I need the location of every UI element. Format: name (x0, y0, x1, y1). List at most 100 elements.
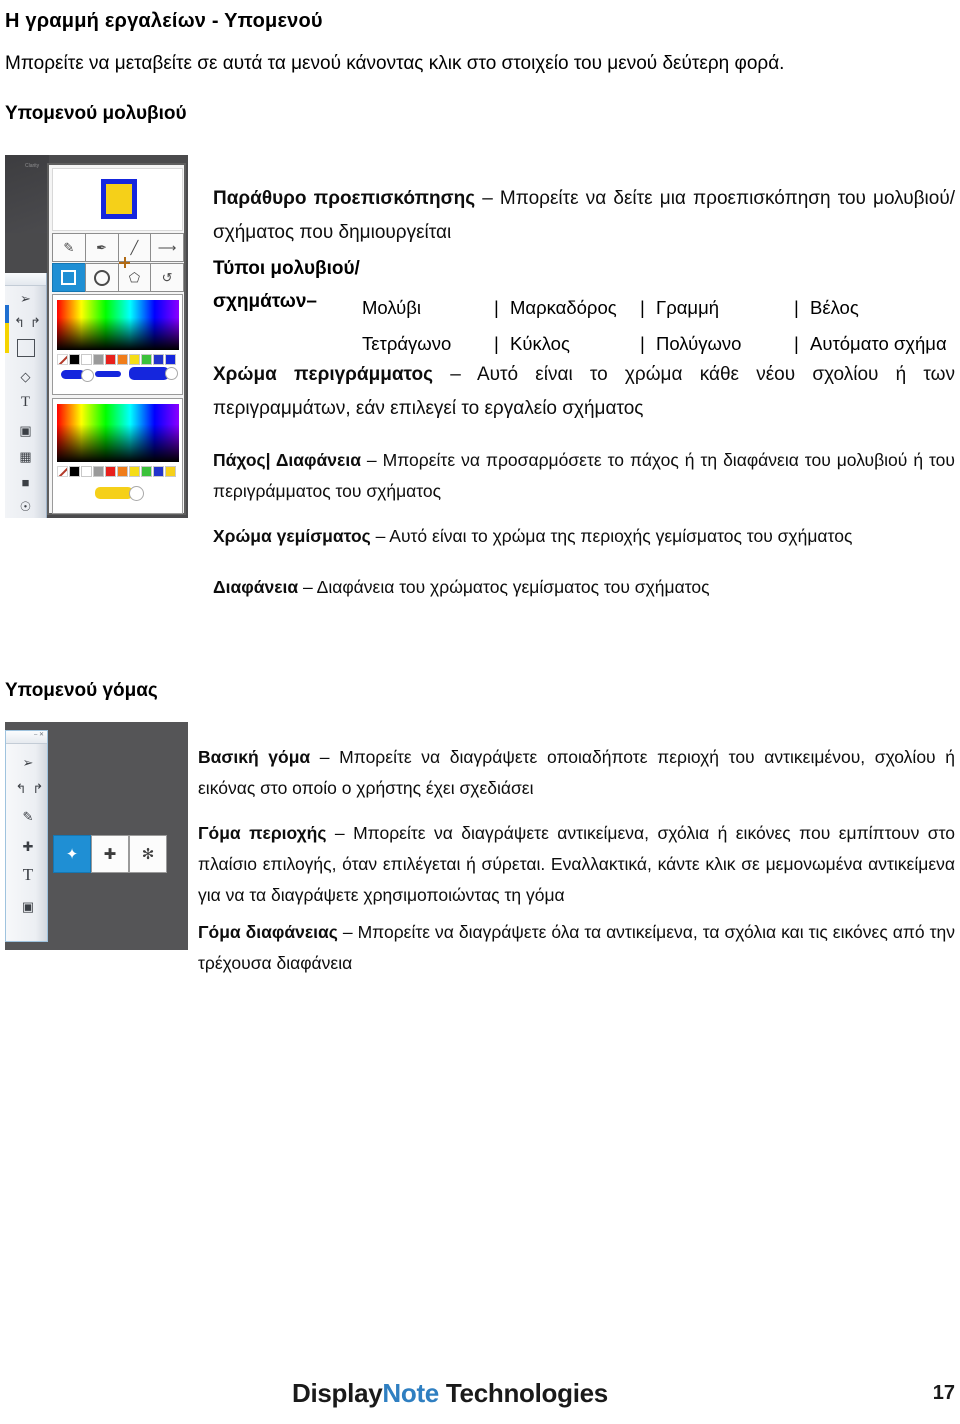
logo-display: Display (292, 1378, 383, 1408)
separator: | (494, 333, 499, 354)
entry-outline-color: Χρώμα περιγράμματος – Αυτό είναι το χρώμ… (213, 358, 955, 426)
entry-dash: – (432, 364, 477, 385)
color-gradient[interactable] (57, 300, 179, 350)
color-gradient[interactable] (57, 404, 179, 462)
fill-opacity-slider-knob[interactable] (129, 486, 144, 501)
stamp-icon[interactable]: ▣ (16, 421, 35, 440)
entry-preview-window: Παράθυρο προεπισκόπησης – Μπορείτε να δε… (213, 182, 955, 250)
entry-term: Γόμα περιοχής (198, 823, 327, 843)
redo-icon[interactable]: ↱ (28, 779, 48, 799)
circle-icon[interactable] (84, 263, 119, 292)
table-row: Μολύβι | Μαρκαδόρος | Γραμμή | Βέλος (362, 291, 947, 325)
swatch-none[interactable] (57, 354, 68, 365)
types-label-line2: σχημάτων– (213, 291, 317, 312)
intro-paragraph: Μπορείτε να μεταβείτε σε αυτά τα μενού κ… (5, 53, 785, 74)
stamp-icon[interactable]: ▣ (18, 897, 38, 917)
swatch-orange[interactable] (117, 354, 128, 365)
auto-shape-icon[interactable]: ↺ (150, 263, 184, 292)
pencil-types-table: Μολύβι | Μαρκαδόρος | Γραμμή | Βέλος Τετ… (360, 289, 949, 363)
entry-term: Χρώμα περιγράμματος (213, 364, 433, 385)
fill-color-picker[interactable] (52, 398, 183, 514)
swatch-black[interactable] (69, 354, 80, 365)
square-icon[interactable] (17, 339, 35, 357)
eraser-icon[interactable]: ✚ (18, 837, 38, 857)
grid-icon[interactable]: ▦ (16, 447, 35, 466)
swatch-blue[interactable] (153, 466, 164, 477)
swatch-blue[interactable] (153, 354, 164, 365)
settings-icon[interactable]: ☉ (16, 497, 35, 516)
pencil-popup-panel: ✎ ✒ ╱ ⟶ ⬠ ↺ (47, 163, 186, 515)
separator: | (640, 333, 645, 354)
entry-term: Γόμα διαφάνειας (198, 922, 338, 942)
app-vertical-toolbar: ➢ ↰ ↱ ◇ T ▣ ▦ ■ ☉ (5, 273, 47, 518)
entry-term: Πάχος| Διαφάνεια (213, 450, 361, 470)
entry-slide-eraser: Γόμα διαφάνειας – Μπορείτε να διαγράψετε… (198, 917, 955, 979)
preview-window (52, 168, 183, 231)
shape-type-row: ⬠ ↺ (52, 263, 184, 292)
slide-eraser-icon[interactable]: ✻ (129, 835, 167, 873)
swatch-white[interactable] (81, 354, 92, 365)
entry-area-eraser: Γόμα περιοχής – Μπορείτε να διαγράψετε α… (198, 818, 955, 911)
opacity-slider-knob[interactable] (165, 367, 178, 380)
cell-arrow: Βέλος (810, 297, 859, 318)
swatch-red[interactable] (105, 466, 116, 477)
cell-circle: Κύκλος (510, 333, 570, 354)
separator: | (494, 297, 499, 318)
cursor-icon[interactable]: ➢ (18, 753, 38, 773)
crosshair-marker (119, 257, 130, 268)
swatch-gold[interactable] (165, 466, 176, 477)
basic-eraser-icon[interactable]: ✦ (53, 835, 91, 873)
swatch-green[interactable] (141, 466, 152, 477)
table-row: Τετράγωνο | Κύκλος | Πολύγωνο | Αυτόματο… (362, 327, 947, 361)
types-label-line1: Τύποι μολυβιού/ (213, 258, 360, 279)
arrow-icon[interactable]: ⟶ (150, 233, 184, 262)
document-page: Η γραμμή εργαλείων - Υπομενού Μπορείτε ν… (0, 0, 960, 1424)
note-icon[interactable]: ■ (16, 473, 35, 492)
swatch-indigo[interactable] (165, 354, 176, 365)
area-eraser-icon[interactable]: ✚ (91, 835, 129, 873)
fill-swatch-row (57, 466, 176, 477)
swatch-orange[interactable] (117, 466, 128, 477)
marker-icon[interactable]: ✒ (84, 233, 119, 262)
cursor-icon[interactable]: ➢ (16, 289, 35, 308)
swatch-grey[interactable] (93, 354, 104, 365)
color-tab-blue (5, 305, 9, 323)
separator: | (640, 297, 645, 318)
cell-pencil: Μολύβι (362, 297, 422, 318)
entry-term: Διαφάνεια (213, 577, 299, 597)
opacity-slider-track[interactable] (129, 367, 169, 380)
entry-dash: – (360, 450, 383, 470)
cell-polygon: Πολύγωνο (656, 333, 742, 354)
pen-icon[interactable]: ✎ (18, 807, 38, 827)
section-heading-pencil: Υπομενού μολυβιού (5, 103, 187, 124)
swatch-black[interactable] (69, 466, 80, 477)
toolbar-titlebar (5, 273, 46, 286)
entry-dash: – (310, 747, 340, 767)
entry-fill-color: Χρώμα γεμίσματος – Αυτό είναι το χρώμα τ… (213, 521, 955, 552)
ghost-label: Clarity (25, 163, 40, 169)
logo-note: Note (382, 1378, 439, 1408)
pencil-icon[interactable]: ✎ (52, 233, 86, 262)
swatch-yellow[interactable] (129, 354, 140, 365)
square-icon[interactable] (52, 263, 86, 292)
eraser-icon[interactable]: ◇ (16, 367, 35, 386)
section-heading-eraser: Υπομενού γόμας (5, 680, 158, 701)
color-tab-yellow (5, 323, 9, 353)
pencil-submenu-screenshot: Clarity ➢ ↰ ↱ ◇ T ▣ ▦ ■ ☉ ✎ ✒ ╱ ⟶ ⬠ ↺ (5, 155, 188, 518)
text-icon[interactable]: T (16, 393, 35, 412)
thickness-preview (95, 371, 121, 377)
outline-color-picker[interactable] (52, 294, 183, 395)
page-number: 17 (932, 1382, 955, 1404)
page-title: Η γραμμή εργαλείων - Υπομενού (5, 10, 323, 32)
fill-opacity-slider-track[interactable] (95, 487, 133, 499)
swatch-yellow[interactable] (129, 466, 140, 477)
text-icon[interactable]: T (18, 865, 38, 885)
redo-icon[interactable]: ↱ (26, 313, 45, 332)
swatch-white[interactable] (81, 466, 92, 477)
swatch-none[interactable] (57, 466, 68, 477)
app-vertical-toolbar: – ✕ ➢ ↰ ↱ ✎ ✚ T ▣ (5, 730, 48, 942)
thickness-slider-knob[interactable] (81, 369, 94, 382)
swatch-grey[interactable] (93, 466, 104, 477)
swatch-red[interactable] (105, 354, 116, 365)
swatch-green[interactable] (141, 354, 152, 365)
